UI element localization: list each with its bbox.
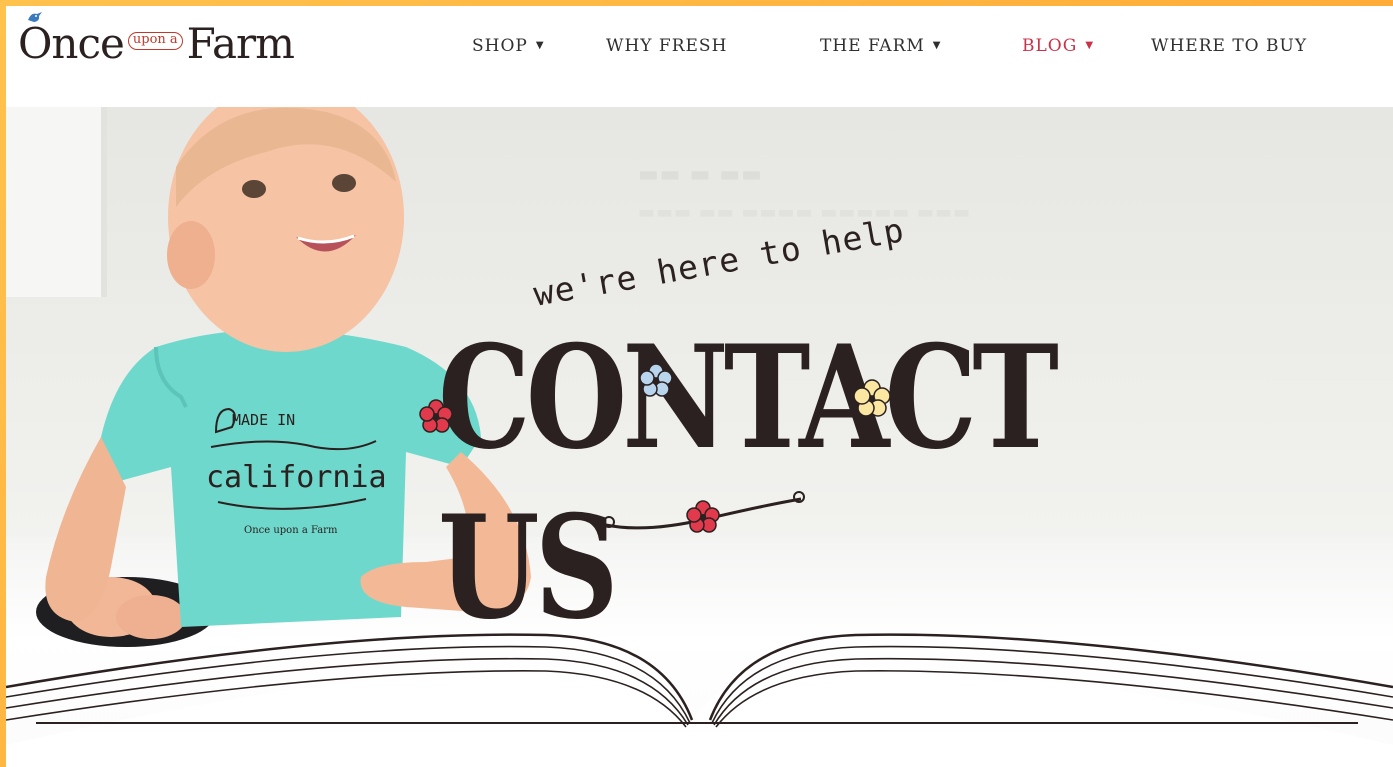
logo-text-small: upon a xyxy=(127,32,183,50)
chevron-down-icon: ▼ xyxy=(932,40,942,51)
nav-item-shop[interactable]: SHOP ▼ xyxy=(472,36,545,56)
brand-logo[interactable]: Once upon a Farm xyxy=(18,12,295,72)
page-title: CONTACT US xyxy=(438,315,1059,651)
onesie-line-1: MADE IN xyxy=(232,411,295,429)
nav-item-blog[interactable]: BLOG ▼ xyxy=(1022,36,1094,56)
onesie-brand: Once upon a Farm xyxy=(244,525,338,536)
background-sign-text: ▬▬▬ ▬▬ ▬▬▬▬ ▬▬▬▬▬ ▬▬▬ xyxy=(638,202,972,223)
nav-item-label: WHY FRESH xyxy=(606,36,728,56)
site-header: Once upon a Farm SHOP ▼ WHY FRESH THE FAR… xyxy=(6,6,1393,107)
chevron-down-icon: ▼ xyxy=(535,40,545,51)
page: Once upon a Farm SHOP ▼ WHY FRESH THE FAR… xyxy=(6,6,1393,767)
nav-item-label: WHERE TO BUY xyxy=(1151,36,1308,56)
bird-icon xyxy=(28,12,42,22)
hero-tagline: we're here to help xyxy=(530,210,908,314)
nav-item-label: THE FARM xyxy=(820,36,925,56)
open-book-illustration xyxy=(6,633,1393,767)
logo-text-right: Farm xyxy=(186,19,295,68)
nav-item-label: SHOP xyxy=(472,36,528,56)
nav-item-why-fresh[interactable]: WHY FRESH xyxy=(606,36,727,56)
chevron-down-icon: ▼ xyxy=(1085,40,1095,51)
nav-item-where-to-buy[interactable]: WHERE TO BUY xyxy=(1151,36,1307,56)
onesie-line-2: california xyxy=(206,460,387,495)
nav-item-the-farm[interactable]: THE FARM ▼ xyxy=(820,36,941,56)
nav-item-label: BLOG xyxy=(1022,36,1078,56)
background-sign: ▬▬ ▬ ▬▬ xyxy=(638,162,763,187)
hero-banner: ▬▬ ▬ ▬▬ ▬▬▬ ▬▬ ▬▬▬▬ ▬▬▬▬▬ ▬▬▬ MADE IN ca… xyxy=(6,107,1393,767)
